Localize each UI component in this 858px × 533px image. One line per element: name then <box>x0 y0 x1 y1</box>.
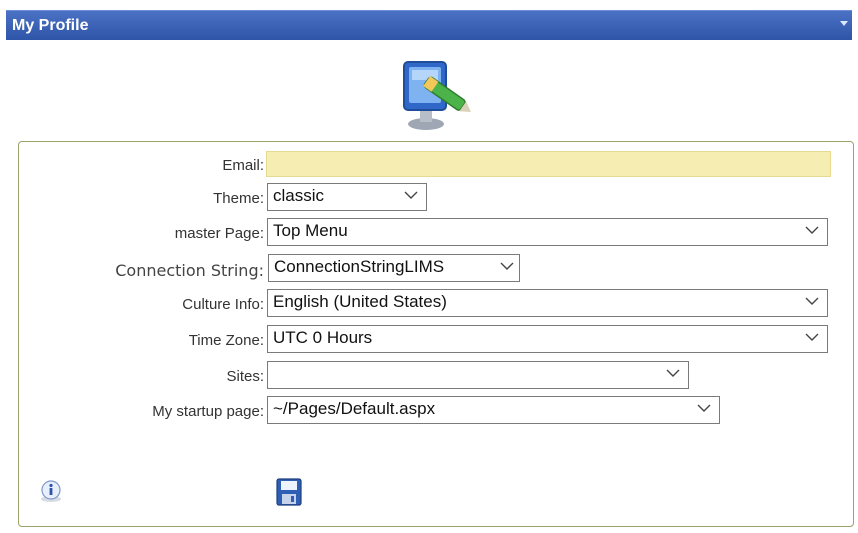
startup-page-label: My startup page: <box>152 403 264 420</box>
connection-string-select[interactable]: ConnectionStringLIMS <box>268 254 520 282</box>
chevron-down-icon <box>404 191 418 199</box>
theme-select[interactable]: classic <box>267 183 427 211</box>
master-page-select[interactable]: Top Menu <box>267 218 828 246</box>
save-icon[interactable] <box>276 478 302 506</box>
theme-label: Theme: <box>213 190 264 207</box>
email-label: Email: <box>222 157 264 174</box>
title-bar: My Profile <box>6 10 852 40</box>
chevron-down-icon <box>500 262 514 270</box>
chevron-down-icon <box>666 369 680 377</box>
chevron-down-icon <box>805 333 819 341</box>
culture-info-select[interactable]: English (United States) <box>267 289 828 317</box>
info-icon[interactable] <box>38 478 64 504</box>
sites-select[interactable] <box>267 361 689 389</box>
email-field[interactable] <box>266 151 831 177</box>
profile-monitor-icon <box>398 56 478 132</box>
chevron-down-icon <box>805 226 819 234</box>
chevron-down-icon <box>805 297 819 305</box>
culture-info-label: Culture Info: <box>182 296 264 313</box>
sites-label: Sites: <box>226 368 264 385</box>
time-zone-label: Time Zone: <box>188 332 264 349</box>
window-title: My Profile <box>12 17 89 34</box>
chevron-down-icon[interactable] <box>840 21 848 26</box>
master-page-label: master Page: <box>174 225 264 242</box>
time-zone-select[interactable]: UTC 0 Hours <box>267 325 828 353</box>
startup-page-select[interactable]: ~/Pages/Default.aspx <box>267 396 720 424</box>
connection-string-label: Connection String: <box>115 261 264 280</box>
chevron-down-icon <box>697 404 711 412</box>
profile-page: My Profile Email: Theme: classic master … <box>0 0 858 533</box>
